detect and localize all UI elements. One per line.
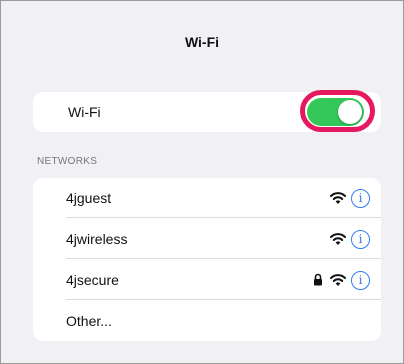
network-name: 4jguest xyxy=(66,190,112,206)
network-row-4jwireless[interactable]: 4jwireless i xyxy=(33,219,381,259)
wifi-settings-screen: Wi-Fi Wi-Fi NETWORKS 4jguest i 4jwireles… xyxy=(0,0,404,364)
page-title: Wi-Fi xyxy=(184,34,220,50)
wifi-toggle-label: Wi-Fi xyxy=(68,104,101,120)
row-divider xyxy=(66,217,381,218)
wifi-icon xyxy=(330,233,346,245)
networks-list: 4jguest i 4jwireless i 4jsecure i Other.… xyxy=(33,178,381,341)
other-network-label: Other... xyxy=(66,313,112,329)
info-icon[interactable]: i xyxy=(351,189,370,208)
network-row-4jguest[interactable]: 4jguest i xyxy=(33,178,381,218)
network-row-4jsecure[interactable]: 4jsecure i xyxy=(33,260,381,300)
wifi-toggle-switch[interactable] xyxy=(307,98,364,126)
wifi-icon xyxy=(330,274,346,286)
network-name: 4jsecure xyxy=(66,272,119,288)
networks-section-header: NETWORKS xyxy=(37,156,98,167)
info-icon[interactable]: i xyxy=(351,271,370,290)
wifi-icon xyxy=(330,192,346,204)
row-divider xyxy=(66,258,381,259)
network-name: 4jwireless xyxy=(66,231,128,247)
row-divider xyxy=(66,299,381,300)
toggle-knob xyxy=(338,100,362,124)
network-row-other[interactable]: Other... xyxy=(33,301,381,341)
info-icon[interactable]: i xyxy=(351,230,370,249)
lock-icon xyxy=(314,273,322,286)
